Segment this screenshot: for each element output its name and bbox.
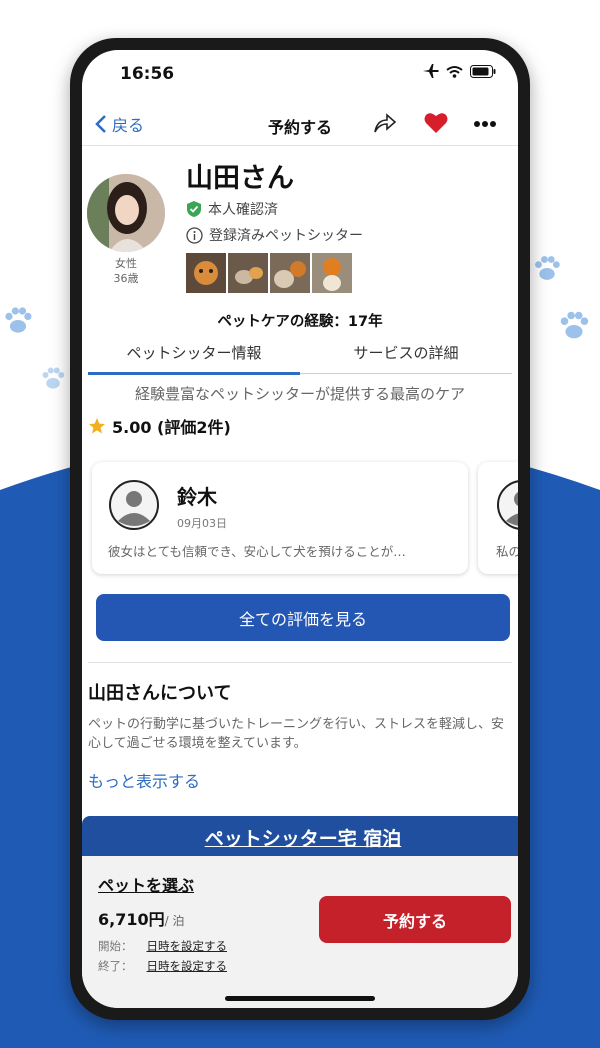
price-value: 6,710円 <box>98 910 165 929</box>
verified-label: 本人確認済 <box>208 202 278 218</box>
about-title: 山田さんについて <box>88 683 232 704</box>
sitter-gender: 女性 <box>115 257 137 270</box>
wifi-icon <box>446 65 463 78</box>
review-date: 09月03日 <box>177 517 227 530</box>
heart-icon[interactable] <box>423 111 449 135</box>
active-tab-indicator <box>88 372 300 375</box>
end-date-link[interactable]: 日時を設定する <box>147 958 228 974</box>
start-label: 開始： <box>98 939 133 953</box>
status-bar: 16:56 <box>82 50 518 102</box>
battery-icon <box>470 64 496 78</box>
paw-print-icon <box>5 307 32 333</box>
pet-photo-strip <box>186 253 352 293</box>
chevron-left-icon <box>95 115 106 133</box>
shield-check-icon <box>187 201 201 217</box>
status-time: 16:56 <box>120 64 175 84</box>
show-more-link[interactable]: もっと表示する <box>88 768 200 792</box>
end-date-row: 終了： 日時を設定する <box>98 958 227 974</box>
see-all-reviews-button[interactable]: 全ての評価を見る <box>96 594 510 641</box>
paw-print-icon <box>42 367 65 389</box>
sitter-avatar[interactable] <box>87 174 165 252</box>
book-button[interactable]: 予約する <box>319 896 511 943</box>
about-text: ペットの行動学に基づいたトレーニングを行い、ストレスを軽減し、安心して過ごせる環… <box>88 717 505 751</box>
review-text: 私の <box>496 544 518 559</box>
sitter-name: 山田さん <box>186 163 294 194</box>
back-button[interactable]: 戻る <box>94 112 144 136</box>
pet-photo[interactable] <box>186 253 226 293</box>
home-indicator[interactable] <box>225 996 375 1001</box>
rating-summary: 5.00 (評価2件) <box>88 414 231 438</box>
rating-text: 5.00 (評価2件) <box>112 418 231 437</box>
info-icon <box>186 226 203 244</box>
phone-frame: 16:56 戻る 予約する 女性 36歳 山田さん 本人確認済 登録済みペットシ… <box>70 38 530 1020</box>
user-avatar-icon <box>109 480 159 530</box>
tab-service-details[interactable]: サービスの詳細 <box>300 342 512 363</box>
back-label: 戻る <box>112 116 145 135</box>
star-icon <box>89 418 105 434</box>
pet-photo[interactable] <box>270 253 310 293</box>
reviewer-name: 鈴木 <box>177 485 217 509</box>
start-date-row: 開始： 日時を設定する <box>98 938 227 954</box>
review-card[interactable]: 私の <box>478 462 518 574</box>
tagline: 経験豊富なペットシッターが提供する最高のケア <box>134 385 465 403</box>
end-label: 終了： <box>98 959 133 973</box>
sitter-age: 36歳 <box>113 272 139 285</box>
tab-sitter-info[interactable]: ペットシッター情報 <box>88 342 300 363</box>
page-title: 予約する <box>267 118 332 137</box>
paw-print-icon <box>535 256 560 280</box>
tab-bar: ペットシッター情報 サービスの詳細 <box>88 338 512 375</box>
app-screen: 16:56 戻る 予約する 女性 36歳 山田さん 本人確認済 登録済みペットシ… <box>82 50 518 1008</box>
service-banner: ペットシッター宅 宿泊 <box>82 816 518 856</box>
review-card[interactable]: 鈴木 09月03日 彼女はとても信頼でき、安心して犬を預けることが… <box>92 462 468 574</box>
start-date-link[interactable]: 日時を設定する <box>147 938 228 954</box>
user-avatar-icon <box>497 480 518 530</box>
more-icon[interactable] <box>473 114 497 134</box>
airplane-icon <box>423 64 439 78</box>
divider <box>88 662 512 663</box>
status-icons <box>423 64 496 78</box>
experience-text: ペットケアの経験：17年 <box>217 314 383 330</box>
paw-print-icon <box>560 311 589 339</box>
select-pet-link[interactable]: ペットを選ぶ <box>98 872 194 896</box>
nav-bar: 戻る 予約する <box>82 102 518 146</box>
avatar-photo-image <box>87 174 165 252</box>
service-link[interactable]: ペットシッター宅 宿泊 <box>205 824 402 851</box>
price: 6,710円/ 泊 <box>98 906 184 930</box>
booking-panel: ペットを選ぶ 6,710円/ 泊 開始： 日時を設定する 終了： 日時を設定する… <box>82 856 518 1008</box>
registered-badge: 登録済みペットシッター <box>186 225 363 245</box>
pet-photo[interactable] <box>228 253 268 293</box>
verified-badge: 本人確認済 <box>186 199 278 219</box>
price-unit: / 泊 <box>164 914 185 928</box>
registered-label: 登録済みペットシッター <box>209 228 363 244</box>
pet-photo[interactable] <box>312 253 352 293</box>
share-icon[interactable] <box>372 111 398 135</box>
review-text: 彼女はとても信頼でき、安心して犬を預けることが… <box>108 544 406 559</box>
